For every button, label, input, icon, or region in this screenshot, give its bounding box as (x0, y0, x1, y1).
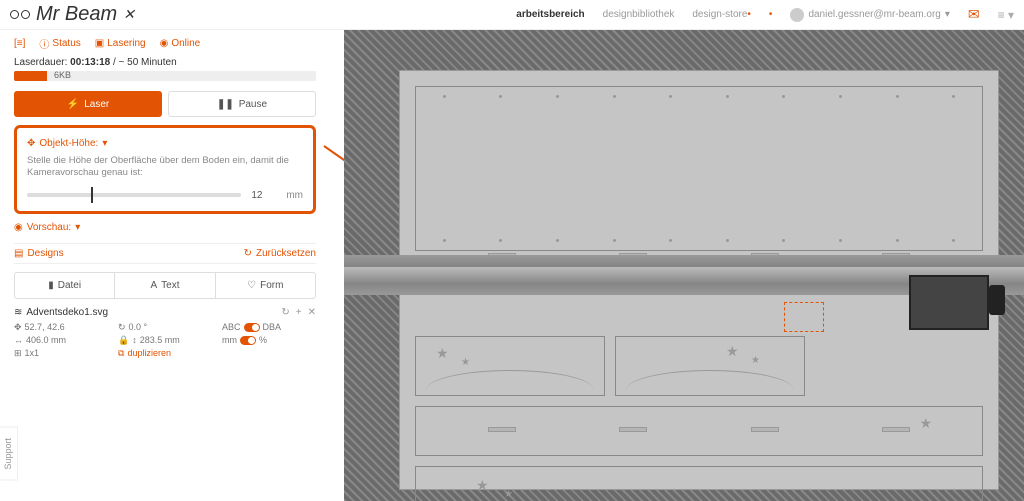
nav-designstore[interactable]: design-store• (692, 9, 751, 20)
add-icon[interactable]: + (296, 307, 302, 318)
topnav: arbeitsbereich designbibliothek design-s… (516, 6, 1014, 23)
avatar-icon (790, 8, 804, 22)
menu-icon[interactable]: ≡ ▾ (998, 8, 1014, 22)
engrave-panel-b2: ★ ★ (415, 466, 983, 501)
rotation-value[interactable]: ↻ 0.0 ° (118, 322, 212, 333)
pause-button[interactable]: ❚❚Pause (168, 91, 316, 117)
engrave-panel-b1: ★ (415, 406, 983, 456)
height-unit: mm (286, 190, 303, 201)
nav-arbeitsbereich[interactable]: arbeitsbereich (516, 9, 584, 20)
status-line: [≡] ⓘ Status ▣ Lasering ◉ Online (14, 36, 316, 51)
engrave-panel-top (415, 86, 983, 251)
lasering-indicator[interactable]: ▣ Lasering (95, 36, 146, 51)
designs-label[interactable]: ▤ Designs (14, 248, 64, 259)
pause-icon: ❚❚ (217, 99, 234, 110)
laser-duration: Laserdauer: 00:13:18 / ~ 50 Minuten (14, 57, 316, 68)
object-height-panel: ✥ Objekt-Höhe: ▾ Stelle die Höhe der Obe… (14, 125, 316, 214)
tab-datei[interactable]: ▮Datei (15, 273, 115, 298)
width-value[interactable]: ↔ 406.0 mm (14, 335, 108, 346)
topbar: Mr Beam✕ arbeitsbereich designbibliothek… (0, 0, 1024, 30)
unit-toggle[interactable]: mm % (222, 335, 316, 346)
object-height-title[interactable]: ✥ Objekt-Höhe: ▾ (27, 138, 303, 149)
height-value[interactable]: 12 (251, 190, 276, 201)
laser-button[interactable]: ⚡Laser (14, 91, 162, 117)
text-icon: A (150, 280, 157, 291)
notification-dot[interactable]: • (769, 9, 773, 20)
user-menu[interactable]: daniel.gessner@mr-beam.org ▾ (790, 8, 949, 22)
duplicate-button[interactable]: ⧉ duplizieren (118, 348, 212, 359)
status-indicator[interactable]: ⓘ Status (39, 36, 80, 51)
progress-bar: 6KB (14, 71, 316, 81)
bolt-icon: ⚡ (67, 99, 79, 110)
laser-head (909, 275, 989, 330)
layers-icon: ≋ (14, 307, 22, 318)
position-value[interactable]: ✥ 52.7, 42.6 (14, 322, 108, 333)
refresh-icon[interactable]: ↻ (281, 307, 289, 318)
height-value[interactable]: 🔒 ↕ 283.5 mm (118, 335, 212, 346)
expand-icon[interactable]: [≡] (14, 36, 25, 51)
heart-icon: ♡ (247, 280, 256, 291)
file-name[interactable]: ≋Adventsdeko1.svg (14, 307, 108, 318)
tab-form[interactable]: ♡Form (216, 273, 315, 298)
height-slider[interactable] (27, 193, 241, 197)
object-height-desc: Stelle die Höhe der Oberfläche über dem … (27, 155, 303, 180)
engrave-panel-mid-right: ★ ★ (615, 336, 805, 396)
engrave-panel-mid-left: ★ ★ (415, 336, 605, 396)
designs-header: ▤ Designs ↻ Zurücksetzen (14, 243, 316, 264)
close-file-icon[interactable]: ✕ (308, 307, 316, 318)
nav-designbibliothek[interactable]: designbibliothek (603, 9, 675, 20)
grid-value[interactable]: ⊞ 1x1 (14, 348, 108, 359)
reset-button[interactable]: ↻ Zurücksetzen (244, 248, 316, 259)
sidebar: [≡] ⓘ Status ▣ Lasering ◉ Online Laserda… (0, 30, 330, 501)
vorschau-toggle[interactable]: ◉ Vorschau: ▾ (14, 222, 316, 233)
button-row: ⚡Laser ❚❚Pause (14, 91, 316, 117)
file-block: ≋Adventsdeko1.svg ↻ + ✕ ✥ 52.7, 42.6 ↻ 0… (14, 307, 316, 359)
file-icon: ▮ (48, 280, 54, 291)
online-indicator[interactable]: ◉ Online (160, 36, 201, 51)
tab-text[interactable]: AText (115, 273, 215, 298)
abc-toggle[interactable]: ABC DBA (222, 322, 316, 333)
glasses-icon (10, 10, 30, 20)
logo: Mr Beam✕ (10, 3, 135, 26)
selection-marker[interactable] (784, 302, 824, 332)
height-slider-row: 12 mm (27, 190, 303, 201)
insert-tabs: ▮Datei AText ♡Form (14, 272, 316, 299)
camera-preview[interactable]: ★ ★ ★ ★ ★ ★ ★ (344, 30, 1024, 501)
support-tab[interactable]: Support (0, 427, 18, 481)
mail-icon[interactable]: ✉ (968, 6, 980, 23)
